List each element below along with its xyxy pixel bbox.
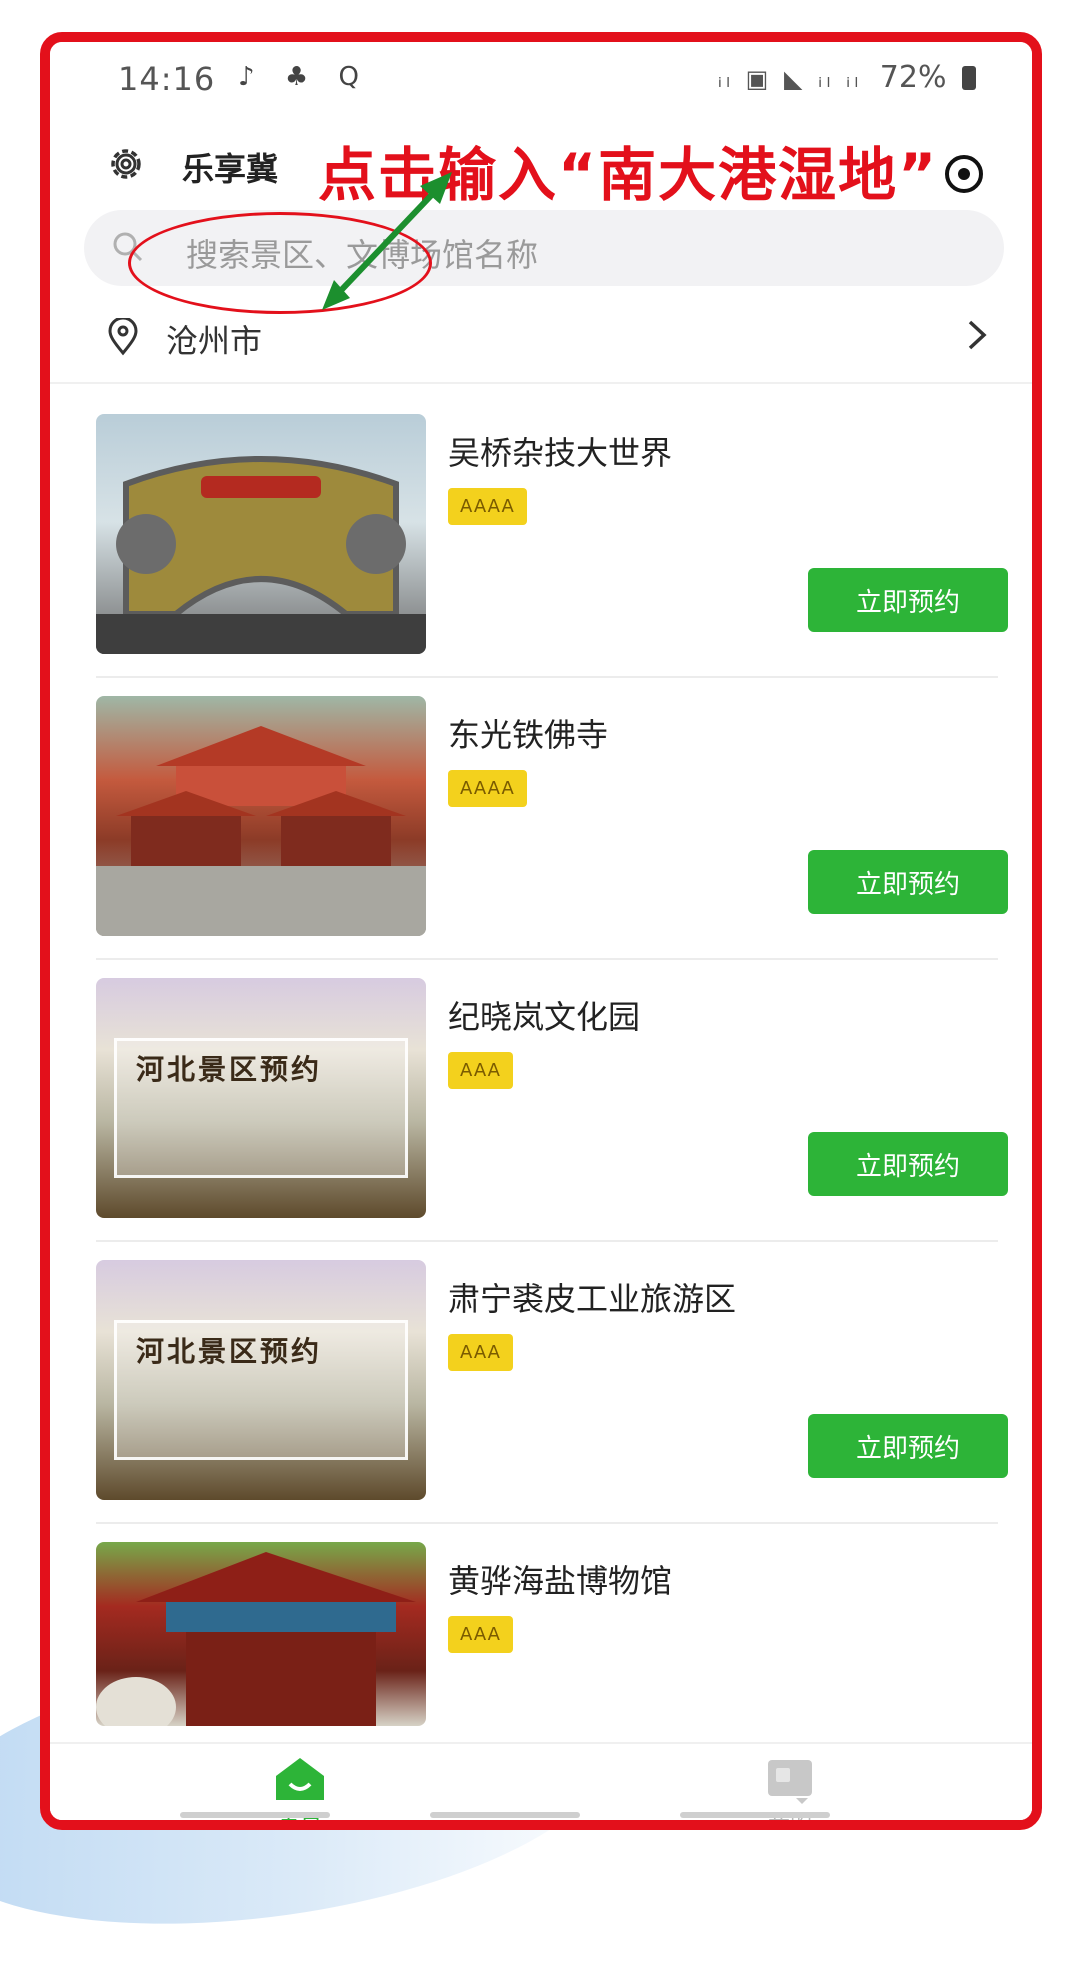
signal-icons: ᵢₗ ▣ ◣ ᵢₗ ᵢₗ <box>717 65 863 93</box>
gesture-bar <box>180 1812 330 1818</box>
attraction-title: 黄骅海盐博物馆 <box>448 1562 673 1600</box>
gate-illustration <box>96 456 426 654</box>
rating-badge: AAA <box>448 1052 513 1089</box>
gesture-bar <box>680 1812 830 1818</box>
chevron-right-icon[interactable] <box>966 318 988 352</box>
attraction-title: 吴桥杂技大世界 <box>448 434 673 472</box>
tiktok-icon: ♪ <box>238 62 255 92</box>
nav-mine[interactable]: 我的 <box>730 1754 850 1830</box>
attraction-image <box>96 414 426 654</box>
status-right: ᵢₗ ▣ ◣ ᵢₗ ᵢₗ 72% <box>718 60 976 95</box>
rating-badge: AAA <box>448 1616 513 1653</box>
attraction-title: 纪晓岚文化园 <box>448 998 641 1036</box>
item-divider <box>96 1522 998 1524</box>
attraction-image <box>96 696 426 936</box>
phone-screen: 14:16 ♪ ♣ Q ᵢₗ ▣ ◣ ᵢₗ ᵢₗ 72% 乐享冀 点击输入“南大… <box>50 42 1032 1820</box>
list-item[interactable]: 河北景区预约 肃宁裘皮工业旅游区 AAA 立即预约 <box>96 1244 1008 1524</box>
status-app-icons: ♪ ♣ Q <box>238 62 381 92</box>
qq-icon: Q <box>338 62 359 92</box>
status-bar: 14:16 ♪ ♣ Q ᵢₗ ▣ ◣ ᵢₗ ᵢₗ 72% <box>50 42 1032 114</box>
target-icon[interactable] <box>942 152 986 196</box>
attraction-image <box>96 1542 426 1726</box>
attraction-image: 河北景区预约 <box>96 1260 426 1500</box>
app-header: 乐享冀 点击输入“南大港湿地” <box>50 120 1032 212</box>
section-divider <box>50 382 1032 384</box>
notification-icon: ♣ <box>284 62 309 92</box>
annotation-arrow-icon <box>322 172 452 310</box>
profile-card-icon <box>768 1760 812 1804</box>
rating-badge: AAA <box>448 1334 513 1371</box>
item-divider <box>96 1240 998 1242</box>
list-item[interactable]: 黄骅海盐博物馆 AAA <box>96 1526 996 1726</box>
nav-home[interactable]: 首页 <box>240 1754 360 1830</box>
list-item[interactable]: 河北景区预约 纪晓岚文化园 AAA 立即预约 <box>96 962 1008 1242</box>
rating-badge: AAAA <box>448 488 527 525</box>
image-caption: 河北景区预约 <box>136 1335 323 1368</box>
gesture-bar <box>430 1812 580 1818</box>
gear-icon[interactable] <box>106 144 146 184</box>
rating-badge: AAAA <box>448 770 527 807</box>
home-icon <box>276 1758 324 1800</box>
battery-icon <box>962 66 976 90</box>
attraction-title: 肃宁裘皮工业旅游区 <box>448 1280 737 1318</box>
hall-illustration <box>96 1552 416 1726</box>
image-caption: 河北景区预约 <box>136 1053 323 1086</box>
temple-illustration <box>96 726 426 936</box>
location-row[interactable]: 沧州市 <box>50 300 1032 374</box>
red-highlight-frame: 14:16 ♪ ♣ Q ᵢₗ ▣ ◣ ᵢₗ ᵢₗ 72% 乐享冀 点击输入“南大… <box>40 32 1042 1830</box>
book-now-button[interactable]: 立即预约 <box>808 568 1008 632</box>
list-item[interactable]: 吴桥杂技大世界 AAAA 立即预约 <box>96 398 1008 678</box>
item-divider <box>96 958 998 960</box>
city-label: 沧州市 <box>166 322 263 360</box>
app-title: 乐享冀 <box>182 150 279 188</box>
item-divider <box>96 676 998 678</box>
nav-mine-label: 我的 <box>767 1812 812 1830</box>
list-item[interactable]: 东光铁佛寺 AAAA 立即预约 <box>96 680 1008 960</box>
attraction-image: 河北景区预约 <box>96 978 426 1218</box>
status-time: 14:16 <box>118 60 216 98</box>
book-now-button[interactable]: 立即预约 <box>808 1132 1008 1196</box>
nav-home-label: 首页 <box>277 1812 322 1830</box>
book-now-button[interactable]: 立即预约 <box>808 850 1008 914</box>
attraction-title: 东光铁佛寺 <box>448 716 609 754</box>
battery-percent: 72% <box>879 60 947 95</box>
location-pin-icon <box>108 318 138 356</box>
book-now-button[interactable]: 立即预约 <box>808 1414 1008 1478</box>
